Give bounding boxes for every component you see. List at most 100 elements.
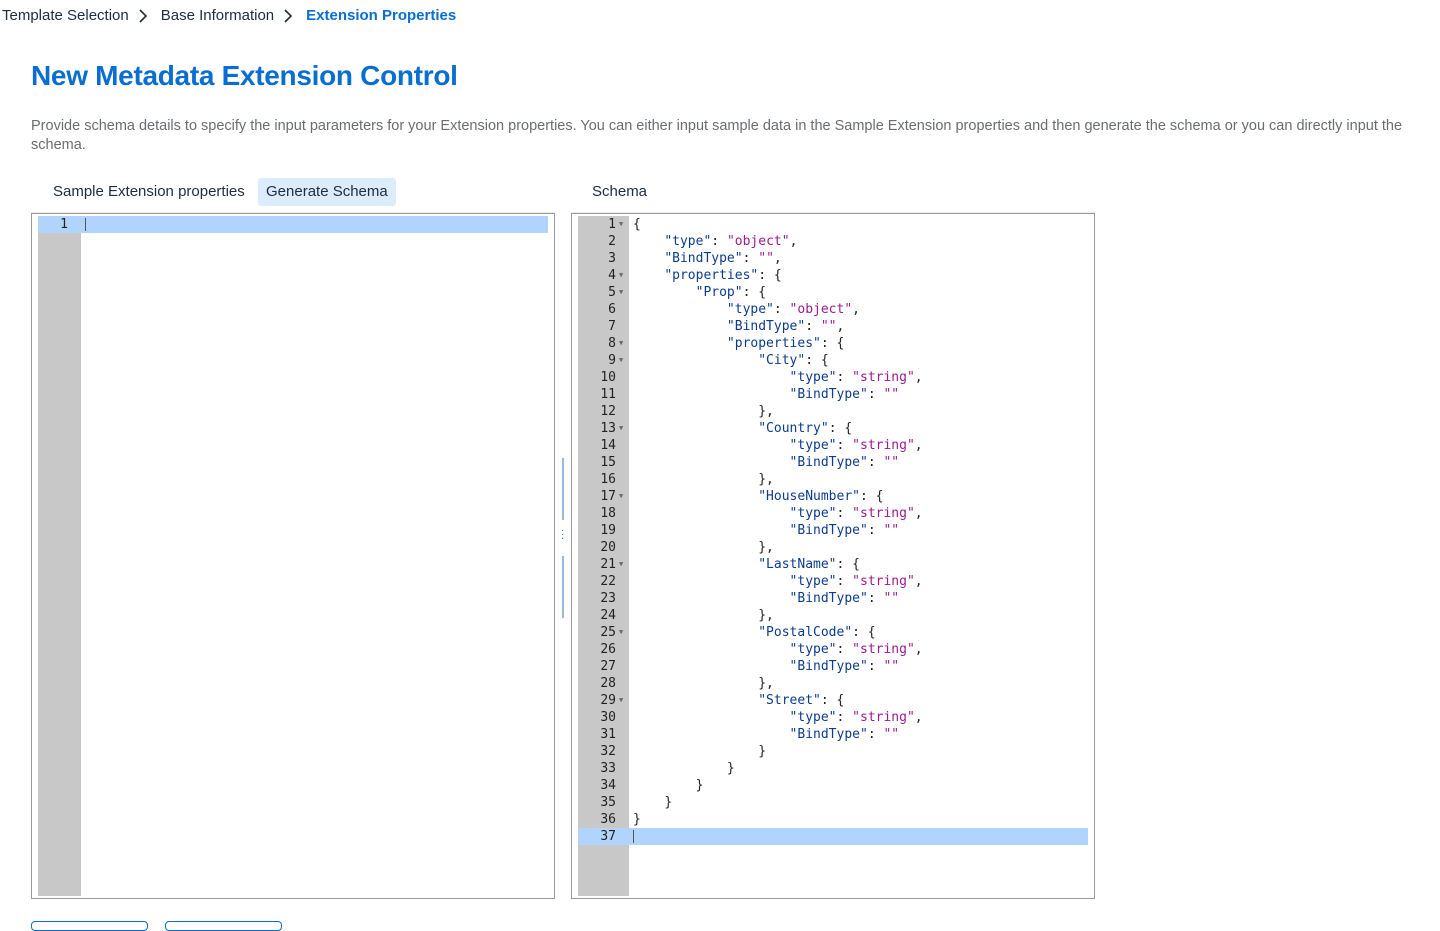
editor-line[interactable]: 29 ▼ "Street": { — [578, 692, 1088, 709]
line-number: 14 — [600, 438, 616, 453]
json-string: "" — [883, 523, 900, 538]
sample-extension-editor[interactable]: 1 — [31, 213, 555, 899]
json-punctuation: }, — [758, 676, 774, 691]
footer-button[interactable] — [31, 921, 148, 931]
line-number: 15 — [600, 455, 616, 470]
line-number: 35 — [600, 795, 616, 810]
drag-handle-icon[interactable]: · · · — [561, 526, 564, 544]
footer-button[interactable] — [165, 921, 282, 931]
editor-line[interactable]: 3 "BindType": "", — [578, 250, 1088, 267]
json-punctuation: , — [773, 251, 782, 266]
editor-line[interactable]: 16 }, — [578, 471, 1088, 488]
schema-editor[interactable]: 1 ▼{2 "type": "object", 3 "BindType": "", 4… — [571, 213, 1095, 899]
editor-line[interactable]: 5 ▼ "Prop": { — [578, 284, 1088, 301]
editor-line[interactable]: 36} — [578, 811, 1088, 828]
editor-line[interactable]: 6 "type": "object", — [578, 301, 1088, 318]
editor-line[interactable]: 12 }, — [578, 403, 1088, 420]
sample-extension-panel: Sample Extension properties Generate Sch… — [31, 175, 555, 899]
editor-line[interactable]: 37 — [578, 828, 1088, 845]
json-string: "" — [883, 659, 900, 674]
code-text: "BindType": "" — [633, 658, 900, 675]
code-text: "BindType": "" — [633, 726, 900, 743]
caret-down-icon[interactable]: ▼ — [619, 624, 623, 641]
line-number: 8 — [608, 336, 616, 351]
json-punctuation: , — [914, 710, 923, 725]
caret-down-icon[interactable]: ▼ — [619, 420, 623, 437]
breadcrumb-template-selection[interactable]: Template Selection — [2, 7, 129, 24]
json-punctuation: : — [836, 710, 853, 725]
caret-down-icon[interactable]: ▼ — [619, 335, 623, 352]
caret-down-icon[interactable]: ▼ — [619, 488, 623, 505]
schema-panel: Schema 1 ▼{2 "type": "object", 3 "BindType… — [571, 175, 1095, 899]
editor-line[interactable]: 22 "type": "string", — [578, 573, 1088, 590]
text-cursor — [85, 218, 86, 231]
json-punctuation: : { — [805, 353, 829, 368]
editor-line[interactable]: 23 "BindType": "" — [578, 590, 1088, 607]
editor-line[interactable]: 30 "type": "string", — [578, 709, 1088, 726]
editor-line[interactable]: 28 }, — [578, 675, 1088, 692]
json-punctuation: : — [836, 438, 853, 453]
editor-line[interactable]: 7 "BindType": "", — [578, 318, 1088, 335]
editor-line[interactable]: 17 ▼ "HouseNumber": { — [578, 488, 1088, 505]
panel-splitter[interactable]: · · · — [561, 458, 564, 618]
editor-line[interactable]: 9 ▼ "City": { — [578, 352, 1088, 369]
json-punctuation: , — [914, 642, 923, 657]
editor-line[interactable]: 35 } — [578, 794, 1088, 811]
json-key: "BindType" — [789, 387, 868, 402]
json-string: "" — [758, 251, 774, 266]
json-punctuation: , — [914, 574, 923, 589]
json-punctuation: }, — [758, 472, 774, 487]
line-number: 27 — [600, 659, 616, 674]
line-number: 5 — [608, 285, 616, 300]
json-key: "type" — [789, 370, 837, 385]
editor-line[interactable]: 21 ▼ "LastName": { — [578, 556, 1088, 573]
editor-line[interactable]: 15 "BindType": "" — [578, 454, 1088, 471]
json-punctuation: , — [836, 319, 845, 334]
code-text: "BindType": "" — [633, 454, 900, 471]
caret-down-icon[interactable]: ▼ — [619, 556, 623, 573]
editor-line[interactable]: 14 "type": "string", — [578, 437, 1088, 454]
json-punctuation: , — [852, 302, 860, 317]
breadcrumb-base-information[interactable]: Base Information — [161, 7, 274, 24]
caret-down-icon[interactable]: ▼ — [619, 216, 623, 233]
editor-line[interactable]: 2 "type": "object", — [578, 233, 1088, 250]
editor-line[interactable]: 32 } — [578, 743, 1088, 760]
json-key: "BindType" — [726, 319, 806, 334]
json-punctuation: : { — [820, 336, 845, 351]
editor-line[interactable]: 19 "BindType": "" — [578, 522, 1088, 539]
editor-line[interactable]: 33 } — [578, 760, 1088, 777]
caret-down-icon[interactable]: ▼ — [619, 692, 623, 709]
code-text: "BindType": "" — [633, 386, 900, 403]
json-string: "" — [883, 387, 900, 402]
editor-line[interactable]: 31 "BindType": "" — [578, 726, 1088, 743]
code-text: "type": "string", — [633, 505, 923, 522]
editor-line[interactable]: 13 ▼ "Country": { — [578, 420, 1088, 437]
editor-line[interactable]: 34 } — [578, 777, 1088, 794]
line-number: 30 — [600, 710, 616, 725]
editor-line[interactable]: 1 — [38, 216, 548, 233]
editor-line[interactable]: 11 "BindType": "" — [578, 386, 1088, 403]
editor-line[interactable]: 26 "type": "string", — [578, 641, 1088, 658]
editor-line[interactable]: 27 "BindType": "" — [578, 658, 1088, 675]
editor-line[interactable]: 25 ▼ "PostalCode": { — [578, 624, 1088, 641]
editor-line[interactable]: 1 ▼ { — [578, 216, 1088, 233]
line-number: 10 — [600, 370, 616, 385]
line-number: 4 — [608, 268, 616, 283]
json-string: "string" — [852, 370, 915, 385]
code-text: "City": { — [633, 352, 829, 369]
line-number: 20 — [600, 540, 616, 555]
editor-line[interactable]: 4 ▼ "properties": { — [578, 267, 1088, 284]
editor-line[interactable]: 10 "type": "string", — [578, 369, 1088, 386]
json-punctuation: } — [695, 778, 704, 793]
editor-line[interactable]: 8 ▼ "properties": { — [578, 335, 1088, 352]
caret-down-icon[interactable]: ▼ — [619, 352, 623, 369]
caret-down-icon[interactable]: ▼ — [619, 284, 623, 301]
editor-line[interactable]: 20 }, — [578, 539, 1088, 556]
schema-panel-header: Schema — [571, 175, 1095, 213]
caret-down-icon[interactable]: ▼ — [619, 267, 623, 284]
editor-line[interactable]: 24 }, — [578, 607, 1088, 624]
editor-line[interactable]: 18 "type": "string", — [578, 505, 1088, 522]
line-number: 37 — [600, 829, 616, 844]
json-punctuation: : — [805, 319, 821, 334]
generate-schema-button[interactable]: Generate Schema — [258, 178, 396, 206]
